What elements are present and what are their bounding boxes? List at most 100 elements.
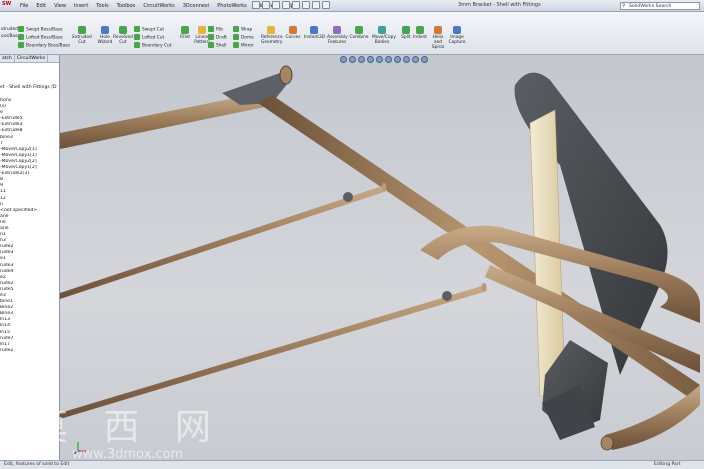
curves-icon [289, 26, 297, 34]
tool-lofted-boss-base[interactable]: Lofted Boss/Base [18, 34, 63, 42]
hide-show-icon[interactable] [394, 56, 401, 63]
display-style-icon[interactable] [385, 56, 392, 63]
tool-boundary-cut[interactable]: Boundary Cut [134, 42, 171, 50]
document-title: 3mm Bracket - Shell with Fittings [458, 2, 541, 8]
quick-access-toolbar [252, 1, 330, 9]
tool-label: Boundary Boss/Base [26, 43, 71, 49]
tool-label: Image Capture [448, 35, 466, 45]
tool-label: Helix and Spiral [431, 35, 445, 50]
search-input[interactable]: ⚲ SolidWorks Search [620, 2, 700, 10]
menu-item-insert[interactable]: Insert [74, 1, 88, 11]
image-capture-icon [453, 26, 461, 34]
tool-label: Move/Copy Bodies [372, 35, 396, 45]
tool-assembly-features[interactable]: Assembly Features [327, 26, 348, 45]
tool-label: Extruded Cut [72, 35, 92, 45]
lofted-boss-base-icon [18, 34, 24, 40]
search-placeholder: SolidWorks Search [629, 4, 672, 9]
linear-pattern-icon [198, 26, 206, 34]
tool-shell[interactable]: Shell [208, 42, 226, 50]
tool-label: Instant3D [304, 35, 325, 40]
tool-label: Lofted Cut [142, 35, 165, 41]
shell-icon [208, 42, 214, 48]
tool-move-copy-bodies[interactable]: Move/Copy Bodies [372, 26, 396, 45]
lower-rod-fitting [442, 291, 452, 301]
tool-boundary-boss-base[interactable]: Boundary Boss/Base [18, 42, 70, 50]
open-icon[interactable] [262, 1, 270, 9]
tool-indent[interactable]: Indent [410, 26, 430, 40]
menu-item-view[interactable]: View [54, 1, 66, 11]
tool-draft[interactable]: Draft [208, 34, 227, 42]
zoom-to-fit-icon[interactable] [340, 56, 347, 63]
move-copy-bodies-icon [378, 26, 386, 34]
tool-image-capture[interactable]: Image Capture [447, 26, 467, 45]
rebuild-icon[interactable] [312, 1, 320, 9]
tool-hole-wizard[interactable]: Hole Wizard [95, 26, 115, 45]
feature-tree: tions (s) e -Extrude5 -Extrude3 -Extrude8 bine… [0, 98, 59, 354]
tool-mirror[interactable]: Mirror [233, 42, 254, 50]
zoom-area-icon[interactable] [349, 56, 356, 63]
menu-item-toolbox[interactable]: Toolbox [117, 1, 136, 11]
view-orientation-icon[interactable] [376, 56, 383, 63]
tool-extruded-cut[interactable]: Extruded Cut [72, 26, 92, 45]
menu-item-file[interactable]: File [20, 1, 28, 11]
options-icon[interactable] [322, 1, 330, 9]
watermark-cn: 莫 西 网 [32, 407, 223, 448]
tab-sketch[interactable]: atch [0, 55, 15, 62]
undo-icon[interactable] [292, 1, 300, 9]
tool-helix-and-spiral[interactable]: Helix and Spiral [428, 26, 448, 50]
apply-scene-icon[interactable] [412, 56, 419, 63]
tree-item[interactable]: rude2 [0, 348, 59, 354]
save-icon[interactable] [272, 1, 280, 9]
rib-icon [208, 26, 214, 32]
tool-lofted-cut[interactable]: Lofted Cut [134, 34, 164, 42]
tool-revolved-cut[interactable]: Revolved Cut [113, 26, 133, 45]
top-tube-end [279, 65, 293, 85]
menu-item-3dconnexi[interactable]: 3Dconnexi [183, 1, 210, 11]
section-view-icon[interactable] [367, 56, 374, 63]
tool-label: Curves [285, 35, 301, 40]
tool-reference-geometry[interactable]: Reference Geometry [261, 26, 283, 45]
view-settings-icon[interactable] [421, 56, 428, 63]
new-document-icon[interactable] [252, 1, 260, 9]
tool-instant3d[interactable]: Instant3D [304, 26, 325, 40]
tool-swept-cut[interactable]: Swept Cut [134, 26, 164, 34]
tool-label: Mirror [241, 43, 254, 49]
tool-label: Boundary Cut [142, 43, 172, 49]
tool-label: Hole Wizard [97, 35, 113, 45]
helix-and-spiral-icon [434, 26, 442, 34]
status-mode: Editing Part [654, 462, 681, 467]
previous-view-icon[interactable] [358, 56, 365, 63]
menu-item-tools[interactable]: Tools [96, 1, 108, 11]
tool-label: Draft [216, 35, 227, 41]
reference-geometry-icon [267, 26, 275, 34]
swept-boss-base-icon [18, 26, 24, 32]
menu-item-circuitworks[interactable]: CircuitWorks [143, 1, 174, 11]
tool-combine[interactable]: Combine [349, 26, 369, 40]
edit-appearance-icon[interactable] [403, 56, 410, 63]
tool-label: Dome [241, 35, 254, 41]
print-icon[interactable] [282, 1, 290, 9]
tool-dome[interactable]: Dome [233, 34, 254, 42]
document-node[interactable]: et - Shell with Fittings (D [0, 85, 57, 90]
boundary-cut-icon [134, 42, 140, 48]
tool-wrap[interactable]: Wrap [233, 26, 252, 34]
tool-label: Swept Cut [142, 27, 165, 33]
lofted-cut-icon [134, 34, 140, 40]
solidworks-logo: SW [2, 1, 12, 7]
tab-circuitworks[interactable]: CircuitWorks [15, 55, 49, 62]
menu-item-edit[interactable]: Edit [36, 1, 46, 11]
upper-rod-fitting [343, 192, 353, 202]
tool-curves[interactable]: Curves [283, 26, 303, 40]
tool-label: Lofted Boss/Base [26, 35, 63, 41]
select-icon[interactable] [302, 1, 310, 9]
extruded-cut-icon [78, 26, 86, 34]
extruded-boss-partial[interactable]: xtruded [1, 26, 18, 33]
tool-rib[interactable]: Rib [208, 26, 223, 34]
tool-swept-boss-base[interactable]: Swept Boss/Base [18, 26, 63, 34]
menu-item-photoworks[interactable]: PhotoWorks [217, 1, 247, 11]
tool-label: Rib [216, 27, 223, 33]
draft-icon [208, 34, 214, 40]
lower-rod-end [481, 283, 487, 291]
tool-label: Reference Geometry [261, 35, 283, 45]
combine-icon [355, 26, 363, 34]
